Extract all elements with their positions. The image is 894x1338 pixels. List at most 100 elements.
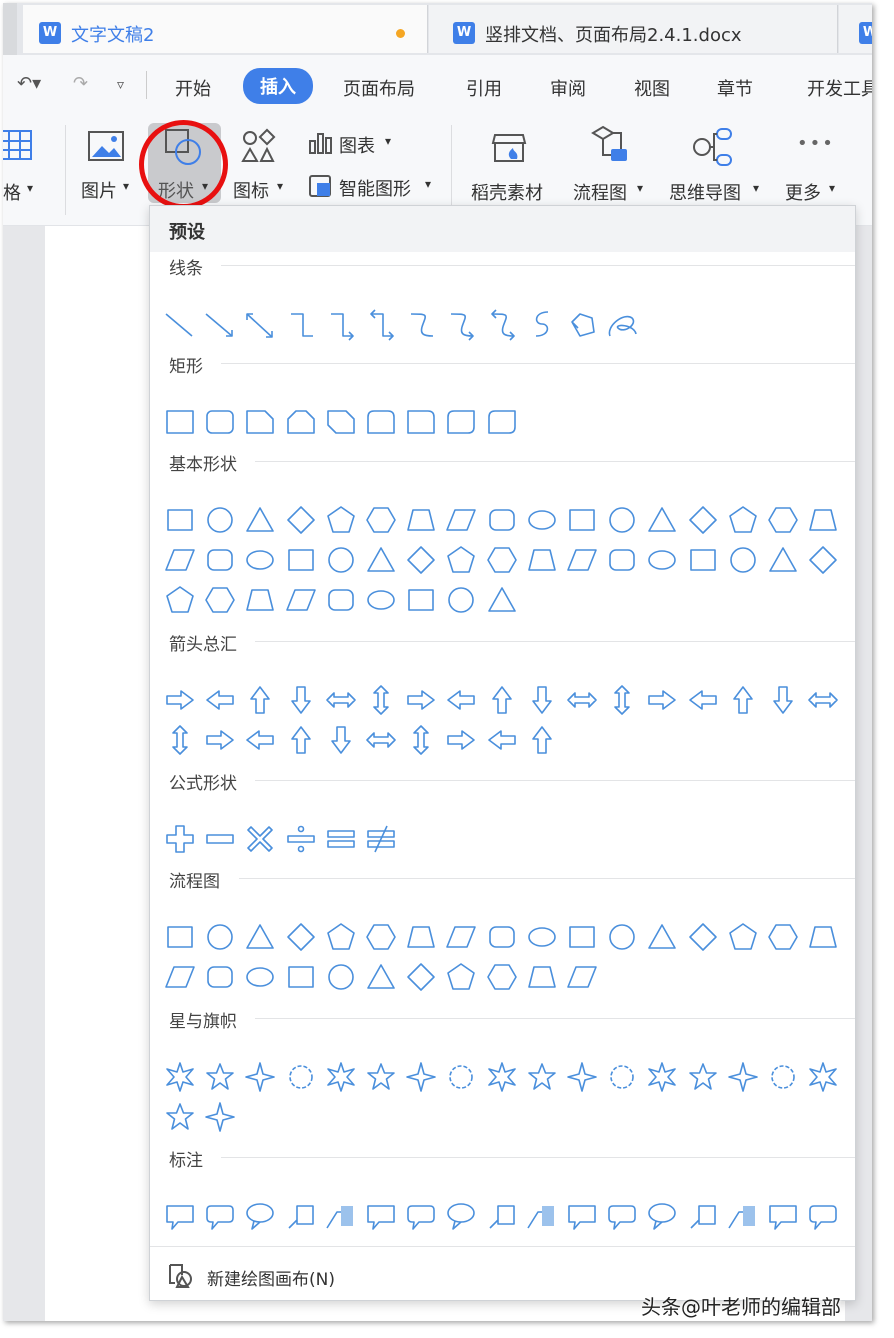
shape-option-icon[interactable]: [283, 959, 319, 995]
shape-option-icon[interactable]: [484, 542, 520, 578]
shape-option-icon[interactable]: [524, 1059, 560, 1095]
shape-option-icon[interactable]: [363, 404, 399, 440]
shape-option-icon[interactable]: [323, 682, 359, 718]
shape-option-icon[interactable]: [242, 722, 278, 758]
shape-option-icon[interactable]: [484, 919, 520, 955]
shape-option-icon[interactable]: [564, 1198, 600, 1234]
shape-option-icon[interactable]: [524, 306, 560, 342]
shape-option-icon[interactable]: [323, 502, 359, 538]
icon-button[interactable]: 图标 ▾: [229, 115, 291, 215]
shape-option-icon[interactable]: [162, 1099, 198, 1135]
shape-option-icon[interactable]: [363, 919, 399, 955]
shape-option-icon[interactable]: [403, 1059, 439, 1095]
undo-icon[interactable]: ↶▾: [17, 73, 41, 94]
shape-option-icon[interactable]: [765, 542, 801, 578]
menu-review[interactable]: 审阅: [550, 75, 586, 101]
shape-option-icon[interactable]: [443, 722, 479, 758]
shape-option-icon[interactable]: [685, 1198, 721, 1234]
shape-option-icon[interactable]: [805, 682, 841, 718]
shape-option-icon[interactable]: [323, 1059, 359, 1095]
shape-option-icon[interactable]: [202, 1198, 238, 1234]
shape-option-icon[interactable]: [564, 959, 600, 995]
shape-option-icon[interactable]: [765, 1059, 801, 1095]
table-button[interactable]: 格 ▾: [3, 115, 53, 215]
redo-icon[interactable]: ↷: [73, 73, 88, 94]
shape-option-icon[interactable]: [484, 1059, 520, 1095]
shape-option-icon[interactable]: [162, 1198, 198, 1234]
shape-option-icon[interactable]: [162, 542, 198, 578]
shape-option-icon[interactable]: [323, 1198, 359, 1234]
shape-option-icon[interactable]: [484, 682, 520, 718]
shape-option-icon[interactable]: [805, 542, 841, 578]
shape-option-icon[interactable]: [363, 821, 399, 857]
shape-option-icon[interactable]: [202, 682, 238, 718]
shape-option-icon[interactable]: [443, 582, 479, 618]
shape-option-icon[interactable]: [443, 404, 479, 440]
shape-option-icon[interactable]: [242, 682, 278, 718]
shape-option-icon[interactable]: [162, 582, 198, 618]
shape-option-icon[interactable]: [443, 1198, 479, 1234]
shape-option-icon[interactable]: [484, 582, 520, 618]
shape-option-icon[interactable]: [202, 306, 238, 342]
shape-option-icon[interactable]: [283, 404, 319, 440]
shape-option-icon[interactable]: [604, 682, 640, 718]
shape-option-icon[interactable]: [604, 1198, 640, 1234]
shape-option-icon[interactable]: [162, 959, 198, 995]
shape-option-icon[interactable]: [685, 502, 721, 538]
shape-option-icon[interactable]: [403, 542, 439, 578]
menu-start[interactable]: 开始: [175, 75, 211, 101]
shape-option-icon[interactable]: [162, 722, 198, 758]
chart-button[interactable]: 图表 ▾: [303, 129, 403, 159]
shape-option-icon[interactable]: [685, 682, 721, 718]
shape-option-icon[interactable]: [323, 722, 359, 758]
shape-option-icon[interactable]: [524, 502, 560, 538]
shape-option-icon[interactable]: [363, 306, 399, 342]
shape-option-icon[interactable]: [363, 582, 399, 618]
shape-option-icon[interactable]: [443, 306, 479, 342]
menu-view[interactable]: 视图: [634, 75, 670, 101]
shape-option-icon[interactable]: [604, 502, 640, 538]
shape-option-icon[interactable]: [363, 682, 399, 718]
shape-option-icon[interactable]: [283, 682, 319, 718]
shape-option-icon[interactable]: [805, 502, 841, 538]
shape-option-icon[interactable]: [644, 1198, 680, 1234]
shape-option-icon[interactable]: [283, 919, 319, 955]
shape-option-icon[interactable]: [323, 582, 359, 618]
shape-option-icon[interactable]: [202, 919, 238, 955]
shape-option-icon[interactable]: [564, 1059, 600, 1095]
shape-option-icon[interactable]: [484, 1198, 520, 1234]
shape-option-icon[interactable]: [524, 722, 560, 758]
shape-option-icon[interactable]: [805, 919, 841, 955]
shape-option-icon[interactable]: [363, 502, 399, 538]
shape-option-icon[interactable]: [242, 1059, 278, 1095]
shape-option-icon[interactable]: [363, 542, 399, 578]
shape-option-icon[interactable]: [725, 542, 761, 578]
shape-option-icon[interactable]: [443, 502, 479, 538]
shape-option-icon[interactable]: [604, 1059, 640, 1095]
shape-option-icon[interactable]: [202, 404, 238, 440]
shape-option-icon[interactable]: [564, 919, 600, 955]
shape-option-icon[interactable]: [283, 582, 319, 618]
shape-option-icon[interactable]: [443, 542, 479, 578]
shape-option-icon[interactable]: [242, 582, 278, 618]
shape-option-icon[interactable]: [162, 1059, 198, 1095]
shape-option-icon[interactable]: [403, 306, 439, 342]
shape-option-icon[interactable]: [162, 306, 198, 342]
shape-option-icon[interactable]: [765, 502, 801, 538]
shape-option-icon[interactable]: [283, 722, 319, 758]
shape-option-icon[interactable]: [283, 821, 319, 857]
menu-page-layout[interactable]: 页面布局: [343, 75, 415, 101]
shape-option-icon[interactable]: [202, 502, 238, 538]
shape-option-icon[interactable]: [524, 959, 560, 995]
shape-option-icon[interactable]: [443, 682, 479, 718]
menu-references[interactable]: 引用: [466, 75, 502, 101]
tab-document-2[interactable]: W 竖排文档、页面布局2.4.1.docx: [429, 5, 838, 53]
shape-option-icon[interactable]: [524, 919, 560, 955]
mindmap-button[interactable]: 思维导图 ▾: [665, 115, 767, 215]
tab-document-3[interactable]: W: [839, 5, 872, 53]
menu-section[interactable]: 章节: [717, 75, 753, 101]
shape-option-icon[interactable]: [524, 1198, 560, 1234]
customize-icon[interactable]: ▿: [117, 77, 124, 93]
shape-option-icon[interactable]: [443, 1059, 479, 1095]
shape-option-icon[interactable]: [242, 821, 278, 857]
